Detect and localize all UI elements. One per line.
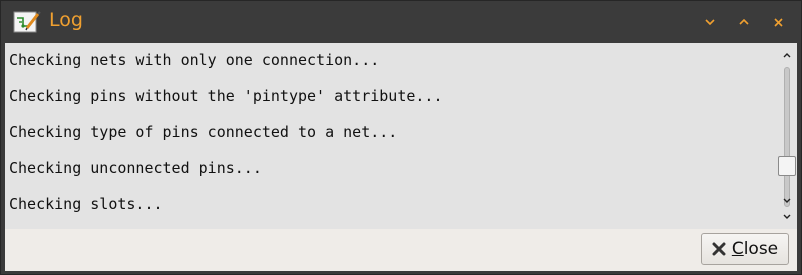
button-bar: Close xyxy=(5,229,797,271)
log-line: Checking slots... xyxy=(9,195,163,213)
log-line: Checking pins without the 'pintype' attr… xyxy=(9,87,443,105)
window-title: Log xyxy=(49,9,83,31)
scroll-down-end-icon[interactable] xyxy=(781,211,793,221)
close-button[interactable]: Close xyxy=(701,233,789,265)
log-window: Log Checking nets with only one connecti… xyxy=(0,0,802,275)
scroll-thumb[interactable] xyxy=(778,156,796,176)
scroll-track[interactable] xyxy=(784,67,790,207)
scroll-up-icon[interactable] xyxy=(781,50,793,60)
minimize-icon[interactable] xyxy=(700,12,720,32)
close-icon[interactable] xyxy=(768,12,788,32)
log-line: Checking type of pins connected to a net… xyxy=(9,123,398,141)
title-bar[interactable]: Log xyxy=(1,1,801,43)
scroll-down-icon[interactable] xyxy=(781,195,793,205)
close-mnemonic: C xyxy=(731,239,744,259)
log-line: Checking nets with only one connection..… xyxy=(9,51,380,69)
x-icon xyxy=(712,242,726,256)
close-label-rest: lose xyxy=(743,239,779,259)
maximize-icon[interactable] xyxy=(734,12,754,32)
log-line: Checking unconnected pins... xyxy=(9,159,262,177)
log-output[interactable]: Checking nets with only one connection..… xyxy=(5,43,777,229)
schematic-editor-icon xyxy=(13,10,41,34)
close-button-label: Close xyxy=(732,239,778,259)
vertical-scrollbar[interactable] xyxy=(777,43,797,229)
